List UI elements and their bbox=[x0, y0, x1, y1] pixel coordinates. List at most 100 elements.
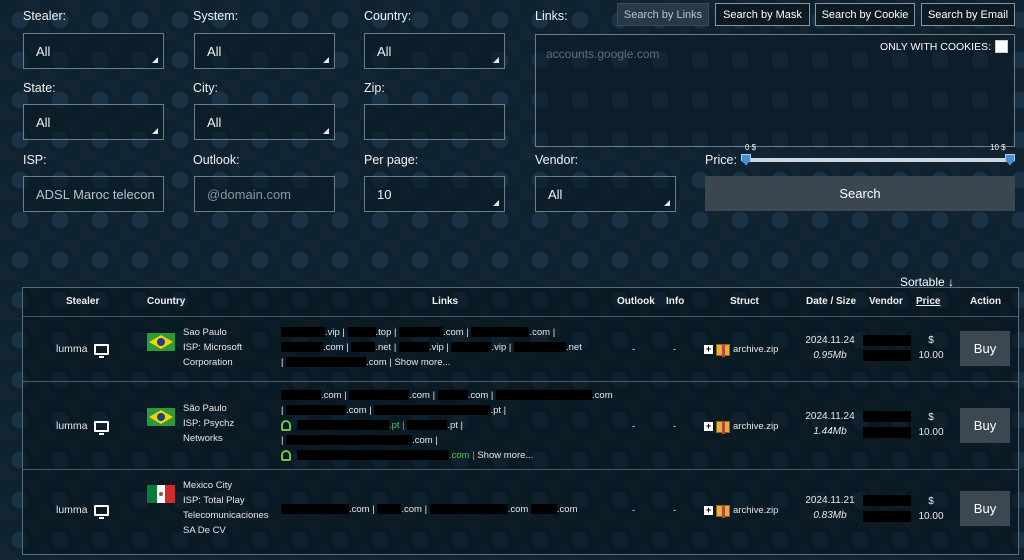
archive-icon bbox=[716, 343, 730, 357]
col-vendor: Vendor bbox=[869, 296, 903, 307]
size-value: 0.95Mb bbox=[813, 350, 847, 361]
per-page-label: Per page: bbox=[364, 153, 419, 167]
price-cell: $ 10.00 bbox=[916, 333, 946, 363]
struct-cell[interactable]: + archive.zip bbox=[704, 342, 778, 357]
struct-cell[interactable]: + archive.zip bbox=[704, 503, 778, 518]
tab-search-by-mask[interactable]: Search by Mask bbox=[715, 3, 810, 26]
android-icon bbox=[281, 449, 291, 461]
archive-name: archive.zip bbox=[733, 344, 779, 355]
country-label: Country: bbox=[364, 9, 412, 23]
col-links: Links bbox=[432, 296, 459, 307]
price-slider-min-handle[interactable] bbox=[741, 154, 751, 165]
state-select[interactable]: All bbox=[23, 104, 164, 140]
links-textarea[interactable]: accounts.google.com ONLY WITH COOKIES: bbox=[535, 34, 1015, 147]
stealer-cell: lumma bbox=[56, 503, 109, 519]
info-cell: - bbox=[673, 505, 677, 516]
stealer-cell: lumma bbox=[56, 342, 109, 358]
vendor-select[interactable]: All bbox=[535, 176, 676, 212]
city-name: São Paulo bbox=[183, 403, 227, 414]
price-value: 10.00 bbox=[918, 350, 944, 361]
date-size-cell: 2024.11.21 0.83Mb bbox=[800, 493, 860, 523]
price-slider-track[interactable] bbox=[744, 158, 1012, 162]
tab-search-by-email[interactable]: Search by Email bbox=[921, 3, 1015, 26]
col-action: Action bbox=[970, 296, 1002, 307]
isp-input[interactable]: ADSL Maroc telecon bbox=[23, 176, 164, 212]
row-divider bbox=[23, 381, 1018, 382]
city-name: Sao Paulo bbox=[183, 327, 227, 338]
buy-button[interactable]: Buy bbox=[960, 408, 1010, 443]
only-cookies-toggle[interactable]: ONLY WITH COOKIES: bbox=[880, 40, 1008, 53]
vendor-label: Vendor: bbox=[535, 153, 579, 167]
show-more-link[interactable]: Show more... bbox=[477, 450, 533, 461]
brazil-flag-icon bbox=[147, 408, 175, 426]
country-select[interactable]: All bbox=[364, 33, 505, 69]
vendor-redacted bbox=[863, 427, 911, 438]
archive-name: archive.zip bbox=[733, 505, 779, 516]
buy-button[interactable]: Buy bbox=[960, 331, 1010, 366]
date-value: 2024.11.24 bbox=[805, 411, 855, 422]
only-cookies-checkbox[interactable] bbox=[995, 40, 1008, 53]
date-value: 2024.11.24 bbox=[805, 335, 855, 346]
desktop-icon bbox=[93, 505, 109, 519]
vendor-redacted bbox=[863, 335, 911, 346]
struct-cell[interactable]: + archive.zip bbox=[704, 419, 778, 434]
stealer-name: lumma bbox=[56, 504, 88, 516]
outlook-input[interactable]: @domain.com bbox=[194, 176, 335, 212]
links-cell: .vip | .top | .com | .com | .com | .net … bbox=[281, 327, 582, 368]
search-button[interactable]: Search bbox=[705, 176, 1015, 211]
stealer-cell: lumma bbox=[56, 419, 109, 435]
tab-search-by-cookie[interactable]: Search by Cookie bbox=[815, 3, 915, 26]
stealer-name: lumma bbox=[56, 420, 88, 432]
show-more-link[interactable]: Show more... bbox=[394, 357, 450, 368]
buy-button[interactable]: Buy bbox=[960, 491, 1010, 526]
info-cell: - bbox=[673, 344, 677, 355]
system-label: System: bbox=[193, 9, 239, 23]
zip-input[interactable] bbox=[364, 104, 505, 140]
expand-plus-icon[interactable]: + bbox=[704, 422, 713, 431]
results-table: Stealer Country Links Outlook Info Struc… bbox=[22, 287, 1019, 555]
size-value: 1.44Mb bbox=[813, 426, 847, 437]
stealer-name: lumma bbox=[56, 343, 88, 355]
vendor-redacted bbox=[863, 411, 911, 422]
outlook-label: Outlook: bbox=[193, 153, 240, 167]
links-cell: .com | .com | .com .com bbox=[281, 502, 611, 517]
links-cell: .com | .com | .com | .com | .com | .pt |… bbox=[281, 390, 613, 461]
price-value: 10.00 bbox=[918, 511, 944, 522]
vendor-redacted bbox=[863, 511, 911, 522]
city-label: City: bbox=[193, 81, 218, 95]
vendor-redacted bbox=[863, 350, 911, 361]
system-select[interactable]: All bbox=[194, 33, 335, 69]
expand-plus-icon[interactable]: + bbox=[704, 345, 713, 354]
isp-name: ISP: Psychz Networks bbox=[183, 418, 235, 444]
price-label: Price: bbox=[705, 153, 737, 167]
info-cell: - bbox=[673, 421, 677, 432]
currency: $ bbox=[928, 335, 934, 346]
outlook-cell: - bbox=[632, 344, 636, 355]
archive-name: archive.zip bbox=[733, 421, 779, 432]
isp-label: ISP: bbox=[23, 153, 47, 167]
city-select[interactable]: All bbox=[194, 104, 335, 140]
currency: $ bbox=[928, 412, 934, 423]
date-size-cell: 2024.11.24 1.44Mb bbox=[800, 409, 860, 439]
col-date-size: Date / Size bbox=[806, 296, 857, 307]
price-cell: $ 10.00 bbox=[916, 410, 946, 440]
col-stealer: Stealer bbox=[66, 296, 100, 307]
city-name: Mexico City bbox=[183, 480, 233, 491]
brazil-flag-icon bbox=[147, 333, 175, 351]
state-label: State: bbox=[23, 81, 56, 95]
links-label: Links: bbox=[535, 9, 568, 23]
isp-name: ISP: Microsoft Corporation bbox=[183, 342, 243, 368]
price-cell: $ 10.00 bbox=[916, 494, 946, 524]
outlook-cell: - bbox=[632, 505, 636, 516]
price-value: 10.00 bbox=[918, 427, 944, 438]
expand-plus-icon[interactable]: + bbox=[704, 506, 713, 515]
desktop-icon bbox=[93, 344, 109, 358]
tab-search-by-links[interactable]: Search by Links bbox=[617, 3, 709, 26]
price-slider-max-handle[interactable] bbox=[1005, 154, 1015, 165]
price-max-label: 10 $ bbox=[990, 143, 1006, 152]
per-page-select[interactable]: 10 bbox=[364, 176, 505, 212]
location-cell: Mexico City ISP: Total Play Telecomunica… bbox=[183, 478, 278, 538]
col-price[interactable]: Price bbox=[916, 296, 940, 307]
currency: $ bbox=[928, 496, 934, 507]
stealer-select[interactable]: All bbox=[23, 33, 164, 69]
